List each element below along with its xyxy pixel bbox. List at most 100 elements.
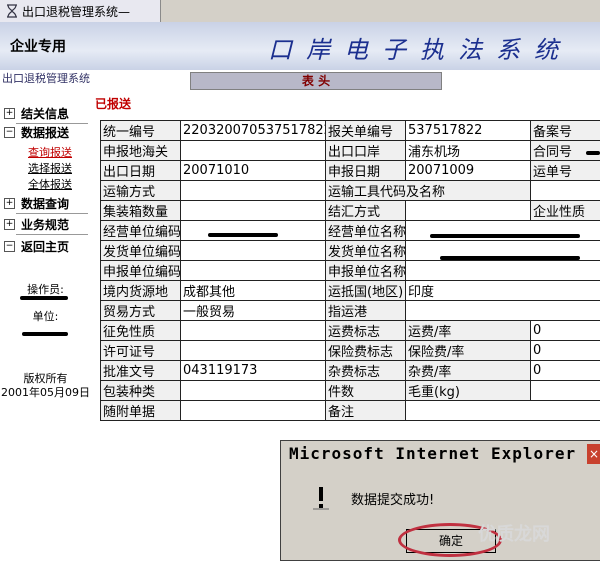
company-label: 企业专用 — [10, 36, 66, 56]
sidebar-item-data-submit[interactable]: − 数据报送 — [0, 123, 91, 141]
field-value — [406, 401, 600, 421]
divider — [16, 234, 88, 235]
table-row: 境内货源地 成都其他 运抵国(地区) 印度 — [101, 281, 600, 301]
redaction-mark — [430, 234, 580, 238]
table-row: 贸易方式 一般贸易 指运港 — [101, 301, 600, 321]
field-label: 包装种类 — [101, 381, 181, 401]
field-value — [531, 181, 600, 201]
sidebar-item-label: 数据报送 — [21, 124, 69, 141]
field-label: 出口口岸 — [326, 141, 406, 161]
destination-country-value: 印度 — [406, 281, 600, 301]
expand-icon[interactable]: + — [4, 219, 15, 230]
field-value — [181, 261, 326, 281]
field-label: 运费标志 — [326, 321, 406, 341]
field-label: 申报地海关 — [101, 141, 181, 161]
operator-label: 操作员: — [0, 281, 91, 297]
field-label: 申报单位编码 — [101, 261, 181, 281]
field-label: 贸易方式 — [101, 301, 181, 321]
hourglass-icon — [6, 4, 18, 18]
table-row: 运输方式 运输工具代码及名称 — [101, 181, 600, 201]
status-text: 已报送 — [95, 95, 131, 112]
warning-icon — [311, 485, 331, 511]
freight-rate-value: 0 — [531, 321, 600, 341]
table-row: 随附单据 备注 — [101, 401, 600, 421]
sidebar: 出口退税管理系统 + 结关信息 − 数据报送 查询报送 选择报送 全体报送 + … — [0, 70, 91, 559]
field-label: 保险费/率 — [406, 341, 531, 361]
field-label: 指运港 — [326, 301, 406, 321]
sidebar-item-label: 结关信息 — [21, 105, 69, 122]
field-label: 结汇方式 — [326, 201, 406, 221]
declaration-form: 统一编号 220320070537517822 报关单编号 537517822 … — [100, 120, 600, 421]
unified-number-value: 220320070537517822 — [181, 121, 326, 141]
field-label: 出口日期 — [101, 161, 181, 181]
watermark: 优质龙网 — [478, 520, 550, 546]
field-label: 企业性质 — [531, 201, 600, 221]
sidebar-item-label: 返回主页 — [21, 238, 69, 255]
field-label: 备案号 — [531, 121, 600, 141]
sidebar-item-data-query[interactable]: + 数据查询 — [0, 194, 91, 212]
field-value — [181, 141, 326, 161]
field-label: 杂费标志 — [326, 361, 406, 381]
field-label: 集装箱数量 — [101, 201, 181, 221]
table-row: 集装箱数量 结汇方式 企业性质 — [101, 201, 600, 221]
field-value — [181, 181, 326, 201]
sub-item-all-submit[interactable]: 全体报送 — [28, 176, 72, 192]
declaration-number-value: 537517822 — [406, 121, 531, 141]
table-row: 出口日期 20071010 申报日期 20071009 运单号 — [101, 161, 600, 181]
field-label: 报关单编号 — [326, 121, 406, 141]
sidebar-item-customs-clearance[interactable]: + 结关信息 — [0, 104, 91, 122]
expand-icon[interactable]: + — [4, 108, 15, 119]
field-value — [406, 301, 600, 321]
field-value — [181, 201, 326, 221]
collapse-icon[interactable]: − — [4, 241, 15, 252]
export-port-value: 浦东机场 — [406, 141, 531, 161]
table-row: 申报单位编码 申报单位名称 — [101, 261, 600, 281]
field-value — [181, 401, 326, 421]
field-label: 经营单位编码 — [101, 221, 181, 241]
copyright-date: 2001年05月09日 — [0, 386, 91, 400]
field-value — [406, 261, 600, 281]
table-row: 统一编号 220320070537517822 报关单编号 537517822 … — [101, 121, 600, 141]
field-label: 随附单据 — [101, 401, 181, 421]
field-label: 经营单位名称 — [326, 221, 406, 241]
misc-fee-rate-value: 0 — [531, 361, 600, 381]
field-label: 发货单位名称 — [326, 241, 406, 261]
dialog-message: 数据提交成功! — [351, 489, 434, 508]
field-label: 申报单位名称 — [326, 261, 406, 281]
system-title: 口岸电子执法系统 — [268, 30, 572, 65]
page-header: 企业专用 口岸电子执法系统 — [0, 22, 600, 70]
redaction-mark — [440, 256, 580, 260]
unit-label: 单位: — [0, 308, 91, 324]
field-value — [181, 341, 326, 361]
section-title: 表 头 — [190, 72, 442, 90]
source-region-value: 成都其他 — [181, 281, 326, 301]
sidebar-item-back-home[interactable]: − 返回主页 — [0, 237, 91, 255]
expand-icon[interactable]: + — [4, 198, 15, 209]
collapse-icon[interactable]: − — [4, 127, 15, 138]
insurance-rate-value: 0 — [531, 341, 600, 361]
tab-title: 出口退税管理系统— — [22, 3, 130, 20]
sub-item-query-submit[interactable]: 查询报送 — [28, 144, 72, 160]
divider — [16, 213, 88, 214]
field-label: 境内货源地 — [101, 281, 181, 301]
browser-tab[interactable]: 出口退税管理系统— — [0, 0, 161, 22]
approval-number-value: 043119173 — [181, 361, 326, 381]
table-row: 许可证号 保险费标志 保险费/率 0 — [101, 341, 600, 361]
redacted-value — [181, 221, 326, 241]
sidebar-item-business-rules[interactable]: + 业务规范 — [0, 215, 91, 233]
field-label: 运输方式 — [101, 181, 181, 201]
field-value — [181, 381, 326, 401]
sub-item-select-submit[interactable]: 选择报送 — [28, 160, 72, 176]
table-row: 申报地海关 出口口岸 浦东机场 合同号 — [101, 141, 600, 161]
redaction-mark — [20, 296, 68, 300]
browser-tab-bar: 出口退税管理系统— — [0, 0, 600, 22]
field-value — [181, 241, 326, 261]
close-icon[interactable]: × — [587, 444, 600, 464]
table-row: 征免性质 运费标志 运费/率 0 — [101, 321, 600, 341]
field-label: 件数 — [326, 381, 406, 401]
field-label: 备注 — [326, 401, 406, 421]
table-row: 批准文号 043119173 杂费标志 杂费/率 0 — [101, 361, 600, 381]
field-label: 运输工具代码及名称 — [326, 181, 531, 201]
sidebar-item-label: 数据查询 — [21, 195, 69, 212]
field-label: 保险费标志 — [326, 341, 406, 361]
